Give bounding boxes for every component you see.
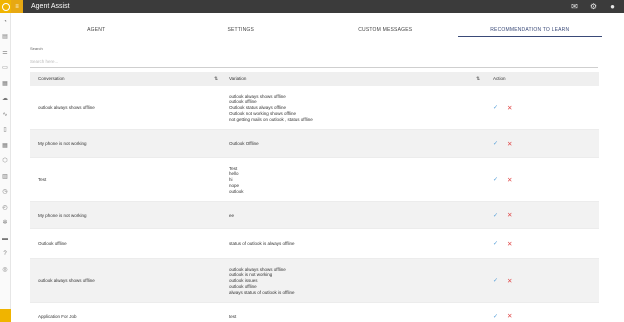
variation-text: status of outlook is always offline — [229, 241, 295, 247]
reject-x-icon[interactable]: ✕ — [507, 140, 512, 148]
table-row: My phone is not working ee ✓ ✕ — [30, 202, 599, 229]
conversation-cell: Application For Job — [38, 313, 77, 319]
approve-check-icon[interactable]: ✓ — [493, 277, 498, 284]
mail-icon[interactable]: ✉ — [570, 2, 579, 11]
conversation-cell: My phone is not working — [38, 212, 87, 218]
document-icon[interactable]: ▤ — [1, 33, 9, 41]
variation-text: Outlook Offline — [229, 141, 259, 147]
expand-icon[interactable] — [0, 309, 11, 322]
approve-check-icon[interactable]: ✓ — [493, 212, 498, 219]
menu-icon[interactable]: ≡ — [11, 0, 23, 13]
variation-text: always status of outlook is offline — [229, 289, 295, 295]
reject-x-icon[interactable]: ✕ — [507, 312, 512, 320]
variation-cell: outlook always shows offline outlook offl… — [229, 94, 313, 123]
variation-cell: test — [229, 314, 236, 320]
variation-cell: Outlook Offline — [229, 141, 259, 147]
tab-recommendation-to-learn[interactable]: RECOMMENDATION TO LEARN — [457, 24, 602, 37]
variation-cell: outlook always shows offline outlook is n… — [229, 267, 294, 296]
sort-icon[interactable]: ⇅ — [476, 72, 480, 86]
help-icon[interactable]: ? — [1, 250, 9, 258]
variation-text: not getting mails on outlook , status of… — [229, 116, 313, 122]
table-row: outlook always shows offline outlook alwa… — [30, 86, 599, 130]
variation-text: outlook — [229, 188, 244, 194]
conversation-cell: Outlook offline — [38, 241, 67, 246]
column-header-action: Action — [493, 76, 506, 81]
tab-custom-messages[interactable]: CUSTOM MESSAGES — [313, 24, 458, 37]
variation-text: ee — [229, 212, 235, 218]
cloud-icon[interactable]: ☁ — [1, 95, 9, 103]
approve-check-icon[interactable]: ✓ — [493, 140, 498, 147]
tab-agent[interactable]: AGENT — [24, 24, 169, 37]
settings-gear-icon[interactable]: ⚙ — [589, 2, 598, 11]
search-input[interactable] — [30, 56, 598, 68]
table-body: outlook always shows offline outlook alwa… — [30, 86, 599, 322]
reject-x-icon[interactable]: ✕ — [507, 176, 512, 184]
chat-icon[interactable]: ▭ — [1, 64, 9, 72]
history-icon[interactable]: ◴ — [1, 204, 9, 212]
reject-x-icon[interactable]: ✕ — [507, 104, 512, 112]
user-account-icon[interactable]: ● — [608, 2, 617, 11]
table-row: outlook always shows offline outlook alwa… — [30, 259, 599, 303]
reject-x-icon[interactable]: ✕ — [507, 211, 512, 219]
tab-bar: AGENT SETTINGS CUSTOM MESSAGES RECOMMEND… — [24, 24, 602, 37]
approve-check-icon[interactable]: ✓ — [493, 240, 498, 247]
reject-x-icon[interactable]: ✕ — [507, 277, 512, 285]
settings-sliders-icon[interactable]: ⚌ — [1, 49, 9, 57]
approve-check-icon[interactable]: ✓ — [493, 313, 498, 320]
recommendations-table: Conversation ⇅ Variation ⇅ Action outloo… — [30, 72, 599, 322]
table-row: Test Test hello hi nope outlook ✓ ✕ — [30, 158, 599, 202]
clipboard-icon[interactable]: ▯ — [1, 126, 9, 134]
table-header: Conversation ⇅ Variation ⇅ Action — [30, 72, 599, 86]
analytics-icon[interactable]: ∿ — [1, 111, 9, 119]
conversation-cell: My phone is not working — [38, 141, 87, 146]
logo-icon[interactable] — [0, 0, 11, 13]
reject-x-icon[interactable]: ✕ — [507, 240, 512, 248]
toggle-icon[interactable]: ▬ — [1, 235, 9, 243]
left-sidebar: ◔ ▤ ⚌ ▭ ▦ ☁ ∿ ▯ ▦ ⬡ ▥ ◷ ◴ ✲ ▬ ? ◎ — [0, 0, 11, 322]
table-row: Outlook offline status of outlook is alwa… — [30, 229, 599, 259]
variation-text: test — [229, 313, 237, 319]
approve-check-icon[interactable]: ✓ — [493, 176, 498, 183]
column-header-conversation: Conversation — [38, 76, 65, 81]
gear-icon[interactable]: ✲ — [1, 219, 9, 227]
dashboard-icon[interactable]: ◔ — [1, 18, 9, 26]
conversation-cell: Test — [38, 177, 47, 182]
tab-settings[interactable]: SETTINGS — [169, 24, 314, 37]
book-icon[interactable]: ▥ — [1, 173, 9, 181]
sort-icon[interactable]: ⇅ — [214, 72, 218, 86]
calendar-icon[interactable]: ▦ — [1, 80, 9, 88]
search-label: Search — [30, 46, 43, 51]
table-row: Application For Job test ✓ ✕ — [30, 303, 599, 322]
variation-cell: Test hello hi nope outlook — [229, 166, 244, 195]
conversation-cell: outlook always shows offline — [38, 105, 95, 110]
table-row: My phone is not working Outlook Offline ✓ ✕ — [30, 130, 599, 158]
conversation-cell: outlook always shows offline — [38, 278, 95, 283]
approve-check-icon[interactable]: ✓ — [493, 104, 498, 111]
app-title: Agent Assist — [31, 3, 70, 10]
variation-cell: status of outlook is always offline — [229, 241, 294, 247]
support-icon[interactable]: ◎ — [1, 266, 9, 274]
grid-icon[interactable]: ▦ — [1, 142, 9, 150]
column-header-variation: Variation — [229, 76, 247, 81]
variation-cell: ee — [229, 213, 234, 219]
top-bar: ≡ Agent Assist ✉ ⚙ ● — [11, 0, 624, 13]
clock-icon[interactable]: ◷ — [1, 188, 9, 196]
shield-icon[interactable]: ⬡ — [1, 157, 9, 165]
